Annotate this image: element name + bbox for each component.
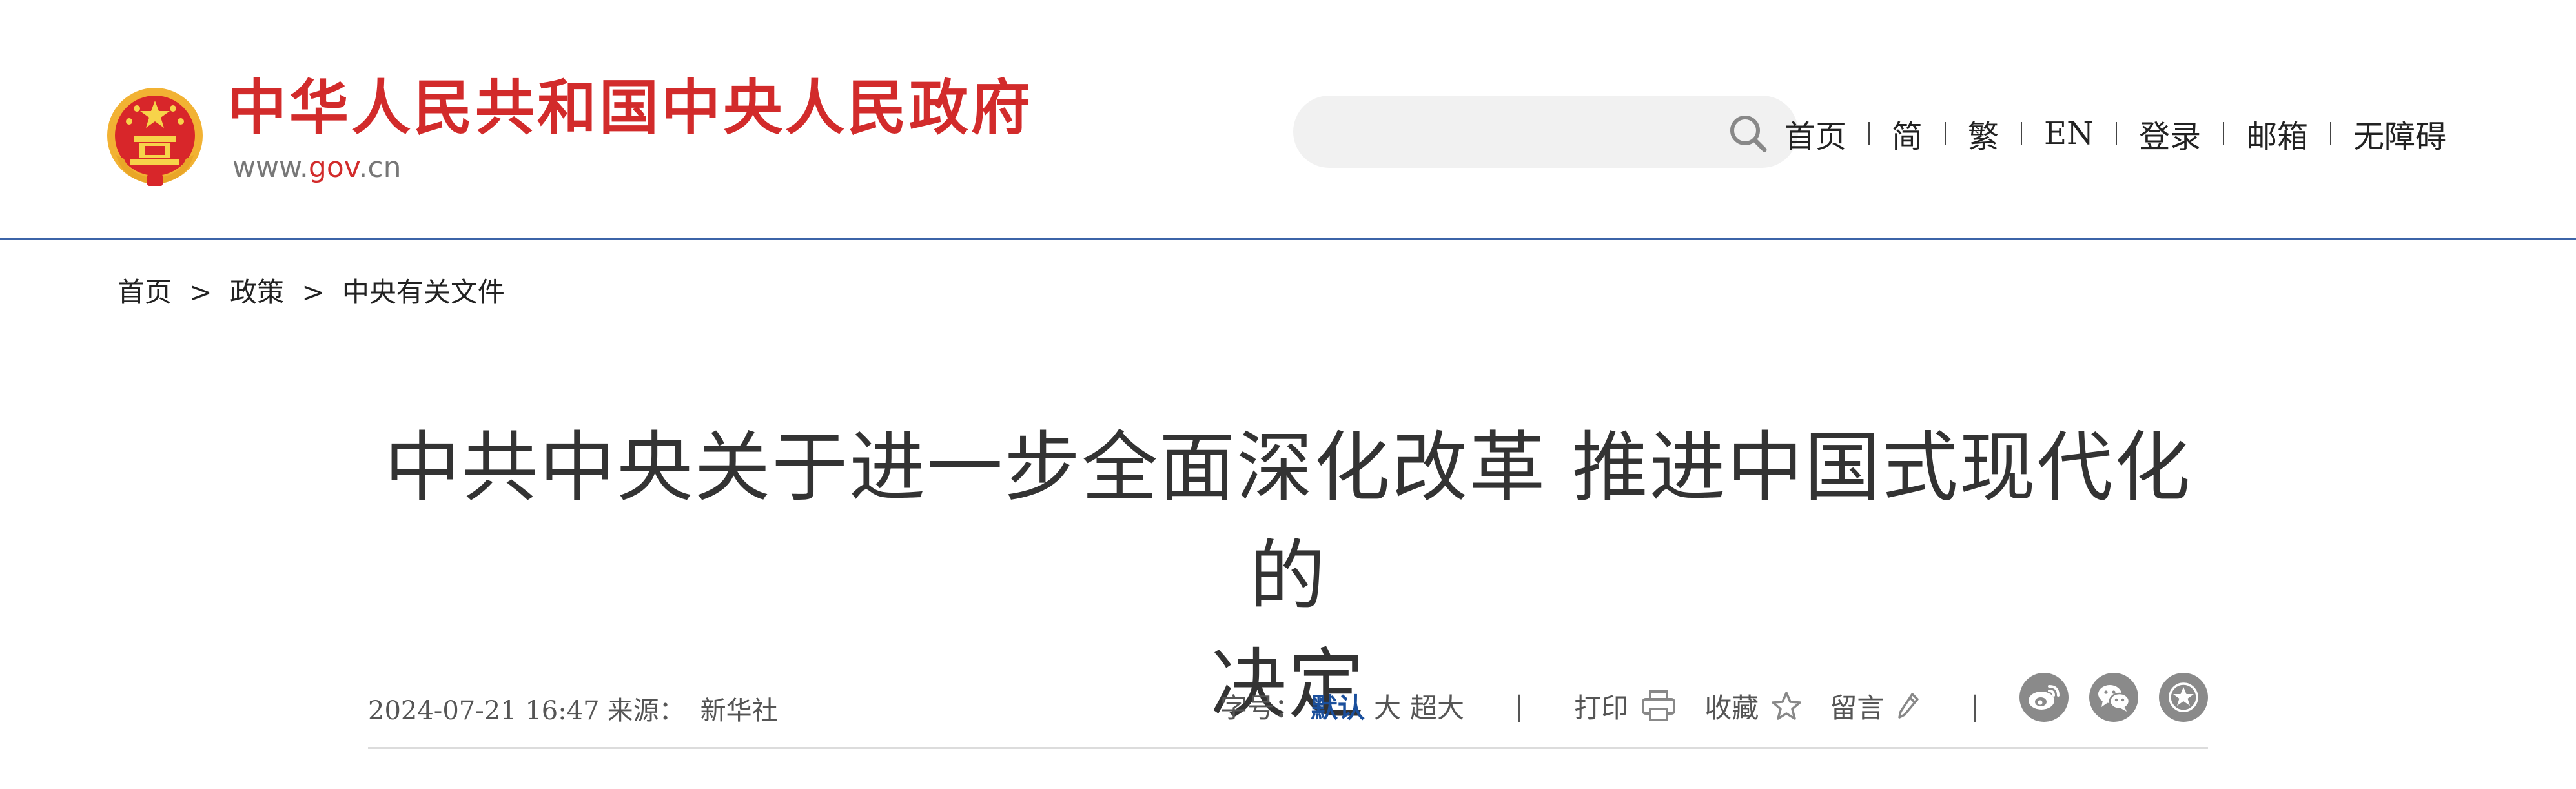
nav-accessibility[interactable]: 无障碍 xyxy=(2353,111,2446,156)
printer-icon xyxy=(1642,690,1676,721)
font-size-xlarge[interactable]: 超大 xyxy=(1410,686,1464,726)
pencil-icon xyxy=(1898,693,1919,719)
share-party-button[interactable] xyxy=(2159,673,2208,722)
source-label: 来源： xyxy=(607,696,685,726)
nav-simplified-chinese[interactable]: 简 xyxy=(1892,111,1923,156)
nav-divider xyxy=(2223,122,2225,145)
nav-login[interactable]: 登录 xyxy=(2139,111,2201,156)
nav-traditional-chinese[interactable]: 繁 xyxy=(1968,111,1999,156)
nav-divider xyxy=(1868,122,1870,145)
article-title-line1: 中共中央关于进一步全面深化改革 推进中国式现代化的 xyxy=(384,423,2192,620)
nav-divider xyxy=(2021,122,2023,145)
national-emblem-icon[interactable] xyxy=(103,84,207,190)
site-url[interactable]: www.gov.cn xyxy=(232,154,401,182)
font-size-label: 字号： xyxy=(1220,692,1302,724)
breadcrumb: 首页 > 政策 > 中央有关文件 xyxy=(118,276,505,309)
tools-divider: | xyxy=(1970,690,1980,722)
search-input[interactable] xyxy=(1316,96,1719,169)
nav-home[interactable]: 首页 xyxy=(1784,111,1846,156)
breadcrumb-home[interactable]: 首页 xyxy=(118,276,172,308)
nav-divider xyxy=(2116,122,2118,145)
breadcrumb-separator: > xyxy=(302,276,325,308)
wechat-icon xyxy=(2098,685,2131,712)
party-star-icon xyxy=(2169,682,2198,712)
print-button[interactable]: 打印 xyxy=(1574,686,1676,726)
page: 中华人民共和国中央人民政府 www.gov.cn 首页 简 繁 EN 登录 邮箱… xyxy=(0,0,2576,789)
article-meta: 2024-07-21 16:47 来源： 新华社 xyxy=(368,690,778,727)
font-size-default[interactable]: 默认 xyxy=(1311,686,1365,726)
nav-mailbox[interactable]: 邮箱 xyxy=(2246,111,2308,156)
favorite-label: 收藏 xyxy=(1704,692,1759,724)
site-url-domain: gov xyxy=(308,151,359,184)
comment-label: 留言 xyxy=(1830,692,1885,724)
breadcrumb-separator: > xyxy=(189,276,212,308)
source-value: 新华社 xyxy=(700,696,778,726)
share-weibo-button[interactable] xyxy=(2019,673,2069,722)
article-meta-bar: 2024-07-21 16:47 来源： 新华社 字号： 默认 大 超大 | 打印 … xyxy=(368,671,2208,749)
share-wechat-button[interactable] xyxy=(2089,673,2138,722)
publish-datetime: 2024-07-21 16:47 xyxy=(368,696,600,726)
share-icons xyxy=(2019,673,2208,722)
font-size-large[interactable]: 大 xyxy=(1374,686,1401,726)
weibo-icon xyxy=(2029,685,2060,710)
search-icon[interactable] xyxy=(1727,112,1768,154)
tools-divider: | xyxy=(1515,690,1524,722)
site-header: 中华人民共和国中央人民政府 www.gov.cn 首页 简 繁 EN 登录 邮箱… xyxy=(0,0,2576,240)
breadcrumb-policy[interactable]: 政策 xyxy=(230,276,284,308)
top-nav: 首页 简 繁 EN 登录 邮箱 无障碍 xyxy=(1784,111,2446,156)
star-outline-icon xyxy=(1772,692,1801,720)
nav-divider xyxy=(2330,122,2332,145)
site-url-suffix: .cn xyxy=(358,151,402,184)
article-tools: 字号： 默认 大 超大 | 打印 收藏 留言 | xyxy=(1220,683,2030,728)
search-box xyxy=(1293,96,1798,169)
breadcrumb-central-documents[interactable]: 中央有关文件 xyxy=(342,276,505,308)
favorite-button[interactable]: 收藏 xyxy=(1704,686,1801,726)
print-label: 打印 xyxy=(1574,692,1629,724)
nav-divider xyxy=(1945,122,1947,145)
site-url-prefix: www. xyxy=(232,151,309,184)
nav-english[interactable]: EN xyxy=(2044,116,2094,152)
comment-button[interactable]: 留言 xyxy=(1830,686,1920,726)
site-name[interactable]: 中华人民共和国中央人民政府 xyxy=(227,79,1033,138)
